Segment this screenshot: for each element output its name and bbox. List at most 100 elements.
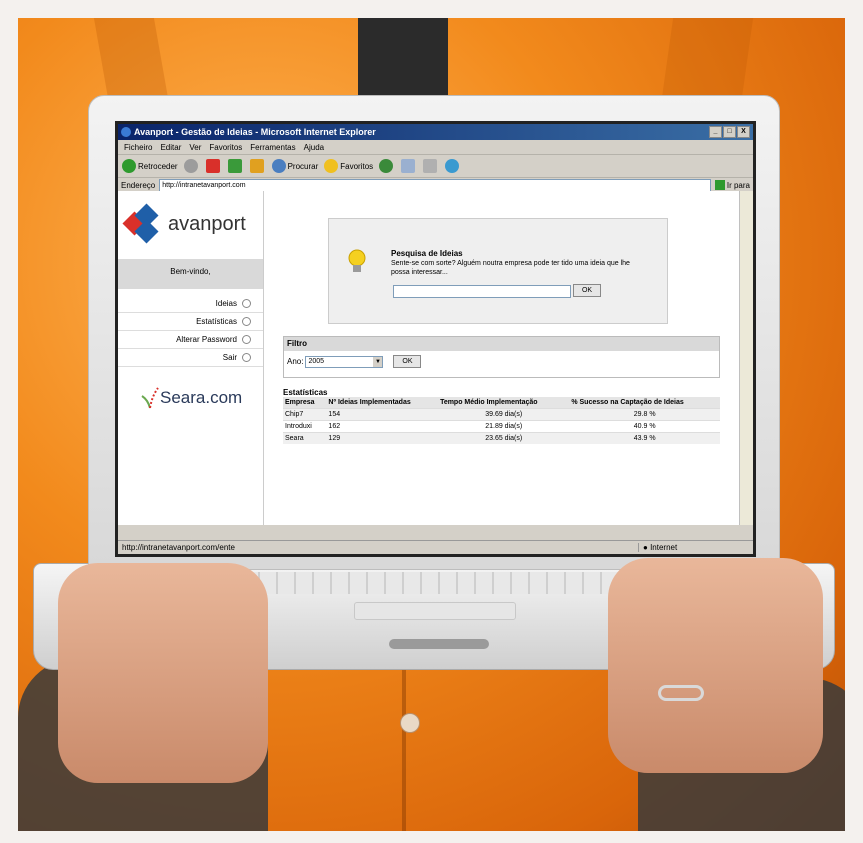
filter-title: Filtro	[284, 337, 719, 351]
search-subtitle: Sente-se com sorte? Alguém noutra empres…	[391, 260, 630, 276]
nav-item-ideias[interactable]: Ideias	[118, 295, 263, 313]
mail-button[interactable]	[401, 159, 417, 173]
nav-label: Ideias	[215, 299, 237, 308]
messenger-button[interactable]	[445, 159, 461, 173]
back-label: Retroceder	[138, 161, 178, 171]
back-arrow-icon	[122, 159, 136, 173]
browser-titlebar: Avanport - Gestão de Ideias - Microsoft …	[118, 124, 753, 140]
status-url: http://intranetavanport.com/ente	[122, 543, 235, 552]
table-cell: 29.8 %	[569, 408, 720, 421]
window-title: Avanport - Gestão de Ideias - Microsoft …	[134, 127, 376, 137]
forward-button[interactable]	[183, 159, 200, 173]
status-bar: http://intranetavanport.com/ente ● Inter…	[118, 540, 753, 554]
go-button[interactable]: Ir para	[714, 180, 750, 190]
close-button[interactable]: X	[737, 126, 750, 138]
print-button[interactable]	[423, 159, 439, 173]
favorites-button[interactable]: Favoritos	[324, 159, 373, 173]
table-cell: 40.9 %	[569, 420, 720, 433]
forward-arrow-icon	[183, 159, 198, 173]
menu-bar: Ficheiro Editar Ver Favoritos Ferramenta…	[118, 140, 753, 155]
year-label: Ano:	[287, 357, 304, 366]
mail-icon	[401, 159, 416, 173]
laptop-screen: Avanport - Gestão de Ideias - Microsoft …	[115, 121, 756, 557]
table-cell: 21.89 dia(s)	[438, 420, 570, 433]
nav-item-estatisticas[interactable]: Estatísticas	[118, 313, 263, 331]
status-zone: ● Internet	[638, 543, 753, 552]
idea-search-input[interactable]	[393, 285, 571, 298]
table-cell: Chip7	[283, 408, 327, 421]
sidebar-nav: Ideias Estatísticas Alterar Password Sai…	[118, 295, 263, 367]
table-row: Seara 129 23.65 dia(s) 43.9 %	[283, 432, 720, 444]
web-page: avanport Bem-vindo, Ideias Estatísticas …	[118, 191, 740, 525]
search-ok-button[interactable]: OK	[573, 284, 601, 297]
sidebar: avanport Bem-vindo, Ideias Estatísticas …	[118, 191, 264, 525]
seara-logo-mark	[140, 386, 160, 410]
table-cell: 43.9 %	[569, 432, 720, 444]
arrow-circle-icon	[242, 299, 251, 309]
wedding-ring	[658, 685, 704, 701]
idea-search-panel: Pesquisa de Ideias Sente-se com sorte? A…	[328, 218, 668, 324]
home-button[interactable]	[249, 159, 266, 173]
menu-favorites[interactable]: Favoritos	[209, 143, 242, 152]
menu-view[interactable]: Ver	[189, 143, 201, 152]
favorites-label: Favoritos	[340, 161, 374, 171]
column-header: Tempo Médio Implementação	[438, 397, 570, 409]
filter-ok-button[interactable]: OK	[393, 355, 422, 368]
chevron-down-icon: ▼	[373, 356, 383, 367]
table-cell: 129	[326, 432, 439, 444]
welcome-text: Bem-vindo,	[118, 259, 263, 289]
avanport-logo-mark	[122, 203, 164, 244]
menu-edit[interactable]: Editar	[160, 143, 181, 152]
stop-icon	[205, 159, 220, 173]
back-button[interactable]: Retroceder	[122, 159, 178, 173]
year-select[interactable]: 2005 ▼	[305, 355, 384, 368]
column-header: Nº Ideias Implementadas	[326, 397, 439, 409]
globe-icon: ●	[643, 543, 651, 552]
stats-title: Estatísticas	[283, 388, 328, 397]
minimize-button[interactable]: _	[709, 126, 722, 138]
column-header: % Sucesso na Captação de Ideias	[569, 397, 720, 409]
filter-row: Ano: 2005 ▼ OK	[284, 351, 719, 372]
refresh-icon	[227, 159, 242, 173]
vertical-scrollbar[interactable]	[739, 191, 753, 525]
year-value: 2005	[308, 357, 325, 365]
table-cell: Introduxi	[283, 420, 327, 433]
menu-file[interactable]: Ficheiro	[124, 143, 152, 152]
search-button[interactable]: Procurar	[271, 159, 318, 173]
go-label: Ir para	[726, 180, 750, 190]
table-row: Chip7 154 39.69 dia(s) 29.8 %	[283, 408, 720, 421]
table-row: Introduxi 162 21.89 dia(s) 40.9 %	[283, 420, 720, 433]
address-input[interactable]: http://intranetavanport.com	[159, 178, 711, 192]
go-arrow-icon	[714, 180, 725, 190]
history-icon	[379, 159, 394, 173]
refresh-button[interactable]	[227, 159, 244, 173]
nav-label: Estatísticas	[196, 317, 237, 326]
avanport-logo: avanport	[122, 203, 246, 244]
table-cell: 162	[326, 420, 439, 433]
star-icon	[324, 159, 339, 173]
table-header: Empresa Nº Ideias Implementadas Tempo Mé…	[283, 397, 720, 409]
history-button[interactable]	[379, 159, 395, 173]
seara-logo: Seara.com	[140, 386, 242, 410]
address-label: Endereço	[121, 180, 156, 190]
arrow-circle-icon	[242, 335, 251, 345]
nav-item-alterar-password[interactable]: Alterar Password	[118, 331, 263, 349]
home-icon	[249, 159, 264, 173]
search-title: Pesquisa de Ideias	[391, 249, 463, 258]
filter-panel: Filtro Ano: 2005 ▼ OK	[283, 336, 720, 378]
messenger-icon	[445, 159, 460, 173]
arrow-circle-icon	[242, 317, 251, 327]
menu-help[interactable]: Ajuda	[304, 143, 324, 152]
table-cell: 23.65 dia(s)	[438, 432, 570, 444]
nav-label: Alterar Password	[176, 335, 237, 344]
stop-button[interactable]	[205, 159, 222, 173]
laptop-latch	[389, 639, 489, 649]
maximize-button[interactable]: □	[723, 126, 736, 138]
browser-toolbar: Retroceder Procurar Favoritos	[118, 155, 753, 178]
menu-tools[interactable]: Ferramentas	[250, 143, 295, 152]
lightbulb-icon	[347, 249, 367, 275]
table-cell: 154	[326, 408, 439, 421]
nav-label: Sair	[222, 353, 237, 362]
nav-item-sair[interactable]: Sair	[118, 349, 263, 367]
column-header: Empresa	[283, 397, 327, 409]
